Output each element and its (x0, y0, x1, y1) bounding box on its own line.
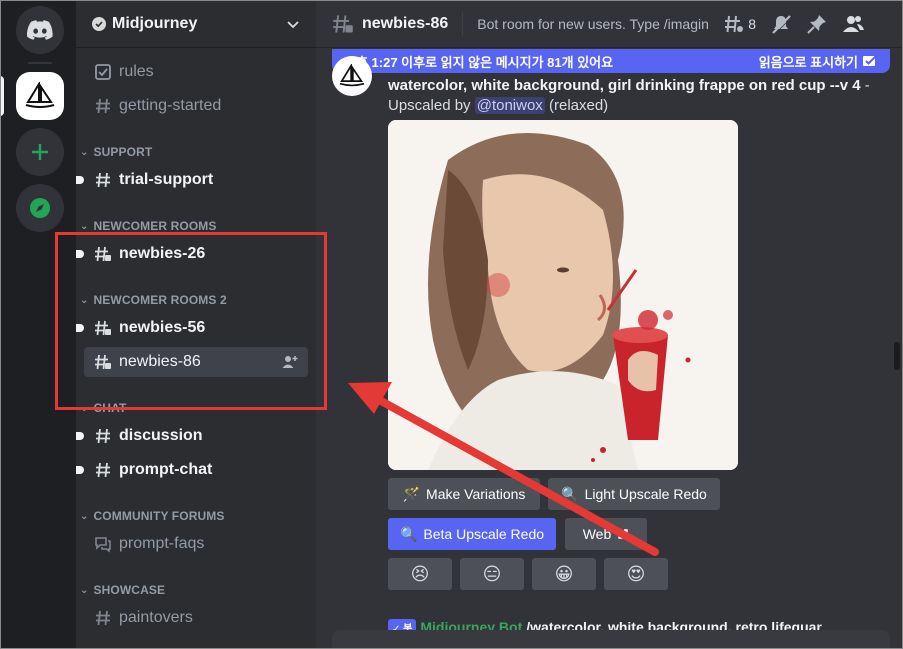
category-support[interactable]: ⌄ SUPPORT (80, 145, 152, 159)
topbar-icons: 8 (723, 13, 865, 35)
message-content: watercolor, white background, girl drink… (388, 76, 878, 116)
new-messages-text: 오후 1:27 이후로 읽지 않은 메시지가 81개 있어요 (344, 54, 614, 70)
external-link-icon (617, 528, 629, 540)
magic-wand-icon: 🪄 (402, 485, 421, 502)
message-composer[interactable] (332, 630, 890, 649)
verified-check-icon (92, 16, 106, 31)
channel-label: getting-started (119, 97, 222, 114)
reaction-button-expressionless[interactable]: 😑 (460, 558, 524, 590)
mark-read-icon (863, 54, 878, 66)
button-label: Web (582, 526, 612, 542)
user-mention[interactable]: @toniwox (474, 97, 545, 114)
hash-icon (93, 97, 113, 115)
server-name: Midjourney (112, 14, 198, 32)
discord-home-icon[interactable] (16, 6, 64, 54)
scrollbar-thumb[interactable] (894, 342, 900, 370)
mark-as-read-button[interactable]: 읽음으로 표시하기 (759, 52, 878, 71)
button-label: Light Upscale Redo (584, 486, 707, 502)
category-label: SUPPORT (93, 145, 153, 159)
heart-eyes-face-icon: 😍 (626, 563, 646, 584)
unread-dot (76, 176, 84, 184)
hash-icon (93, 461, 113, 479)
expressionless-face-icon: 😑 (482, 563, 502, 584)
reaction-button-grinning[interactable]: 😀 (532, 558, 596, 590)
beta-upscale-redo-button[interactable]: 🔍 Beta Upscale Redo (388, 518, 556, 550)
category-showcase[interactable]: ⌄ SHOWCASE (80, 583, 165, 597)
explore-compass-icon[interactable] (16, 184, 64, 232)
midjourney-server-icon[interactable] (16, 72, 64, 120)
magnifier-icon: 🔍 (399, 525, 418, 542)
category-label: NEWCOMER ROOMS (93, 219, 217, 233)
mode-text: (relaxed) (548, 97, 609, 114)
topbar-divider (462, 11, 464, 36)
forum-bubble-icon (93, 535, 113, 553)
pin-icon[interactable] (806, 13, 828, 35)
reaction-button-heart-eyes[interactable]: 😍 (604, 558, 668, 590)
channel-label: rules (119, 63, 154, 80)
chevron-down-icon[interactable] (286, 17, 300, 31)
channel-getting-started[interactable]: getting-started (84, 91, 308, 121)
channel-paintovers[interactable]: paintovers (84, 603, 308, 633)
reaction-button-confounded[interactable]: 😣 (388, 558, 452, 590)
channel-label: discussion (119, 427, 203, 444)
hash-icon (93, 171, 113, 189)
annotation-highlight-box (55, 232, 327, 410)
hash-icon (93, 427, 113, 445)
channel-label: trial-support (119, 171, 214, 188)
channel-prompt-faqs[interactable]: prompt-faqs (84, 529, 308, 559)
selected-server-pill (0, 76, 4, 116)
make-variations-button[interactable]: 🪄 Make Variations (388, 478, 540, 510)
bot-avatar[interactable] (332, 56, 372, 96)
channel-topbar: newbies-86 Bot room for new users. Type … (316, 0, 903, 48)
magnifier-icon: 🔍 (561, 485, 579, 502)
button-label: Make Variations (426, 486, 526, 502)
message-prompt: watercolor, white background, girl drink… (388, 77, 861, 94)
hash-icon (93, 609, 113, 627)
button-label: Beta Upscale Redo (423, 526, 545, 542)
channel-label: prompt-chat (119, 461, 213, 478)
category-community-forums[interactable]: ⌄ COMMUNITY FORUMS (80, 509, 225, 523)
threads-icon (725, 15, 744, 32)
mark-as-read-label: 읽음으로 표시하기 (758, 54, 858, 70)
new-messages-bar[interactable]: 오후 1:27 이후로 읽지 않은 메시지가 81개 있어요 읽음으로 표시하기 (332, 49, 890, 73)
thread-count: 8 (748, 15, 757, 32)
channel-rules[interactable]: rules (84, 57, 308, 87)
grinning-face-icon: 😀 (554, 563, 574, 584)
channel-label: prompt-faqs (119, 535, 205, 552)
unread-dot (76, 432, 84, 440)
web-link-button[interactable]: Web (565, 518, 647, 550)
channel-label: paintovers (119, 609, 193, 626)
category-label: COMMUNITY FORUMS (93, 509, 225, 523)
channel-title: newbies-86 (362, 14, 449, 32)
category-label: SHOWCASE (93, 583, 166, 597)
generated-image[interactable] (388, 120, 738, 470)
members-icon[interactable] (842, 13, 865, 35)
thread-hash-icon (332, 13, 354, 35)
confounded-face-icon: 😣 (410, 563, 430, 584)
unread-dot (76, 466, 84, 474)
rules-checkbox-icon (93, 63, 113, 81)
threads-button[interactable]: 8 (723, 14, 756, 34)
channel-prompt-chat[interactable]: prompt-chat (76, 455, 308, 485)
channel-discussion[interactable]: discussion (76, 421, 308, 451)
channel-topic[interactable]: Bot room for new users. Type /imagine th… (477, 16, 709, 32)
light-upscale-redo-button[interactable]: 🔍 Light Upscale Redo (548, 478, 720, 510)
server-header[interactable]: Midjourney (76, 0, 316, 48)
add-server-icon[interactable] (16, 128, 64, 176)
category-newcomer-rooms[interactable]: ⌄ NEWCOMER ROOMS (80, 219, 217, 233)
channel-trial-support[interactable]: trial-support (76, 165, 308, 195)
mute-bell-icon[interactable] (770, 13, 792, 35)
rail-separator (28, 62, 52, 64)
